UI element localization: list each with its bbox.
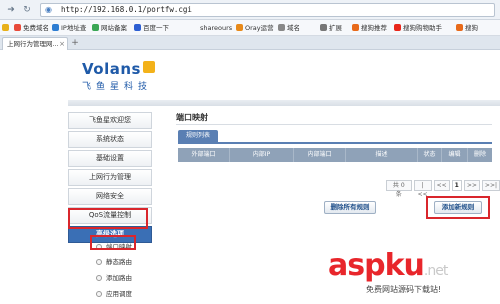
- favorite-label: 搜狗: [465, 24, 478, 32]
- bookmark-icon: [52, 24, 59, 31]
- column-header: 内部端口: [294, 148, 346, 162]
- column-header: 编辑: [442, 148, 468, 162]
- favorite-item[interactable]: 搜狗: [456, 23, 478, 33]
- subitem-static-route[interactable]: 静态路由: [96, 256, 132, 266]
- first-page-button[interactable]: |<<: [413, 180, 432, 198]
- favorite-item[interactable]: IP地址查: [52, 23, 86, 33]
- favorite-item[interactable]: 免费域名: [14, 23, 49, 33]
- favorite-item[interactable]: Oray运营: [236, 23, 274, 33]
- sidebar-item-label: 系统状态: [96, 135, 124, 143]
- table-header: 外部端口 内部IP 内部端口 描述 状态 编辑 删除: [178, 148, 492, 162]
- pagination: 共 0 条 |<< << 1 >> >>|: [386, 180, 500, 198]
- favorite-item[interactable]: 搜狗推荐: [352, 23, 387, 33]
- bookmark-icon: [278, 24, 285, 31]
- highlight-box-advanced: [68, 208, 148, 229]
- total-count: 共 0 条: [386, 180, 412, 198]
- bookmark-icon: [134, 24, 141, 31]
- tab-rule-list[interactable]: 规则列表: [178, 130, 218, 142]
- column-header: 删除: [473, 151, 486, 158]
- subitem-label: 应用调度: [106, 290, 132, 298]
- brand-logo: Volans 飞鱼星科技: [82, 60, 155, 92]
- sidebar-item-welcome[interactable]: 飞鱼星欢迎您: [68, 112, 152, 129]
- favorite-item[interactable]: 扩展: [320, 23, 342, 33]
- column-header: 描述: [346, 148, 418, 162]
- favorite-label: 域名: [287, 24, 300, 32]
- sidebar-item-behavior-management[interactable]: 上网行为管理: [68, 169, 152, 186]
- favorite-item[interactable]: 网站备案: [92, 23, 127, 33]
- next-page-button[interactable]: >>: [463, 180, 480, 191]
- column-header: 状态: [418, 148, 442, 162]
- address-bar: ➜ ↻ ◉ http://192.168.0.1/portfw.cgi: [0, 0, 500, 20]
- url-input[interactable]: ◉ http://192.168.0.1/portfw.cgi: [40, 3, 495, 17]
- watermark-subtitle: 免费网站源码下载站!: [364, 284, 444, 295]
- new-tab-icon[interactable]: +: [70, 38, 80, 48]
- current-page[interactable]: 1: [451, 180, 462, 191]
- favorite-item[interactable]: 百度一下: [134, 23, 169, 33]
- logo-wordmark: Volans: [82, 60, 141, 78]
- subitem-label: 静态路由: [106, 258, 132, 266]
- watermark-text: ku: [384, 248, 425, 283]
- last-page-button[interactable]: >>|: [481, 180, 500, 191]
- sidebar-item-label: 上网行为管理: [89, 173, 131, 181]
- favorite-label: Oray运营: [245, 24, 274, 32]
- highlight-box-add-rule: [426, 196, 490, 219]
- favorite-label: 免费域名: [23, 24, 49, 32]
- close-icon[interactable]: ×: [59, 38, 65, 50]
- bookmark-icon: [456, 24, 463, 31]
- favorite-label: 百度一下: [143, 24, 169, 32]
- column-header: 外部端口: [178, 148, 230, 162]
- page-title: 端口映射: [176, 113, 208, 122]
- prev-page-button[interactable]: <<: [433, 180, 450, 191]
- refresh-icon[interactable]: ↻: [20, 3, 34, 17]
- extension-icon: [320, 24, 327, 31]
- favorite-item[interactable]: 搜狗购物助手: [394, 23, 442, 33]
- sidebar-item-basic-settings[interactable]: 基础设置: [68, 150, 152, 167]
- radio-icon: [96, 275, 102, 281]
- column-header: 内部IP: [230, 148, 294, 162]
- subitem-label: 添加路由: [106, 274, 132, 282]
- forward-icon[interactable]: ➜: [4, 3, 18, 17]
- watermark-text: .net: [423, 263, 448, 279]
- sidebar-item-label: 基础设置: [96, 154, 124, 162]
- sidebar-item-system-status[interactable]: 系统状态: [68, 131, 152, 148]
- favorite-item[interactable]: [2, 23, 11, 33]
- sidebar-item-label: 飞鱼星欢迎您: [89, 116, 131, 124]
- url-text: http://192.168.0.1/portfw.cgi: [61, 5, 192, 14]
- favorite-label: 网站备案: [101, 24, 127, 32]
- sidebar-item-label: 网络安全: [96, 192, 124, 200]
- logo-icon: [142, 61, 155, 73]
- delete-all-rules-button[interactable]: 删除所有规则: [324, 201, 376, 214]
- favorite-label: 扩展: [329, 24, 342, 32]
- tab-bar: 上网行为管理网... × +: [0, 36, 500, 50]
- favorite-label: IP地址查: [61, 24, 87, 32]
- bookmark-icon: [352, 24, 359, 31]
- radio-icon: [96, 291, 102, 297]
- watermark-logo: aspku.net: [328, 248, 448, 283]
- header-divider: [68, 100, 500, 106]
- title-divider: [176, 124, 492, 125]
- favorite-label: shareours: [200, 24, 233, 32]
- favorite-item[interactable]: shareours: [200, 23, 232, 33]
- tab-underline: [178, 142, 492, 144]
- favorites-bar: 免费域名 IP地址查 网站备案 百度一下 shareours Oray运营 域名…: [0, 20, 500, 36]
- browser-tab[interactable]: 上网行为管理网... ×: [2, 37, 68, 50]
- subitem-app-schedule[interactable]: 应用调度: [96, 288, 132, 298]
- watermark-text: asp: [328, 248, 386, 283]
- bookmark-icon: [394, 24, 401, 31]
- bookmark-icon: [2, 24, 9, 31]
- favorite-item[interactable]: 域名: [278, 23, 300, 33]
- subitem-add-route[interactable]: 添加路由: [96, 272, 132, 282]
- highlight-box-port-mapping: [90, 235, 136, 250]
- favorite-label: 搜狗购物助手: [403, 24, 442, 32]
- bookmark-icon: [92, 24, 99, 31]
- bookmark-icon: [236, 24, 243, 31]
- sidebar-item-network-security[interactable]: 网络安全: [68, 188, 152, 205]
- favorite-label: 搜狗推荐: [361, 24, 387, 32]
- radio-icon: [96, 259, 102, 265]
- page-icon: ◉: [45, 5, 52, 14]
- logo-chinese-name: 飞鱼星科技: [82, 82, 153, 92]
- tab-title: 上网行为管理网...: [7, 40, 59, 48]
- bookmark-icon: [14, 24, 21, 31]
